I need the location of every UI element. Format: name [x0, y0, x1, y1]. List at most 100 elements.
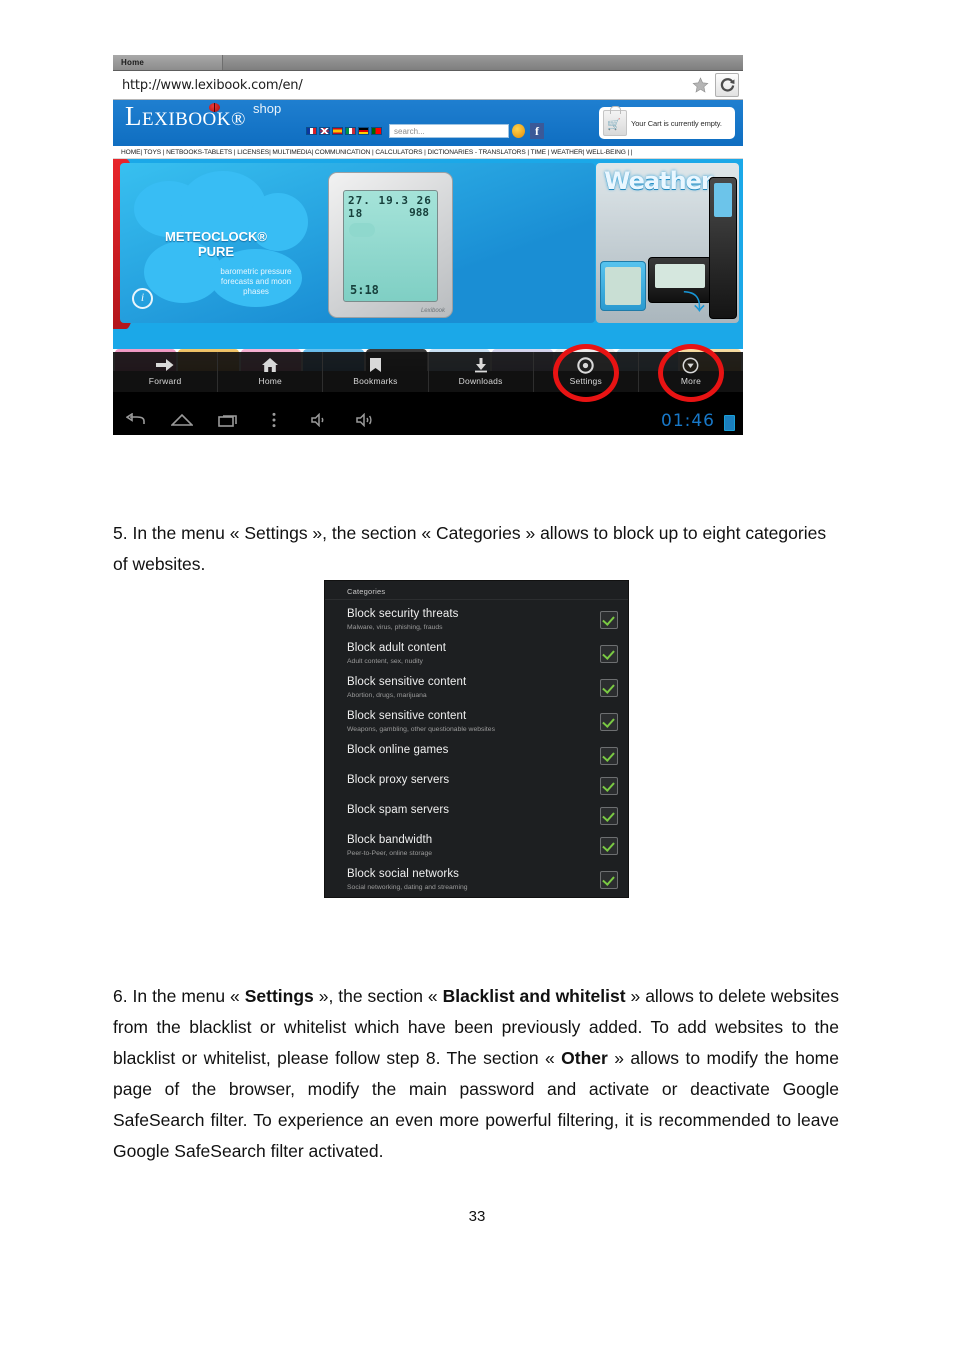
- category-row-spam-servers[interactable]: Block spam servers: [325, 799, 628, 829]
- flag-icon-german[interactable]: [358, 127, 369, 135]
- category-title: Block security threats: [347, 608, 459, 620]
- browser-tab[interactable]: Home: [113, 55, 223, 70]
- step6-bold-blacklist-whitelist: Blacklist and whitelist: [442, 985, 626, 1006]
- dock-label: Bookmarks: [353, 376, 398, 386]
- search-submit-icon[interactable]: [512, 124, 525, 138]
- logo-letter-l: L: [125, 101, 142, 131]
- category-row-online-games[interactable]: Block online games: [325, 739, 628, 769]
- more-chevron-icon: [639, 352, 743, 376]
- dock-item-home[interactable]: Home: [218, 352, 324, 392]
- dock-label: More: [680, 376, 702, 386]
- dock-item-downloads[interactable]: Downloads: [429, 352, 534, 392]
- category-row-social-networks[interactable]: Block social networks Social networking,…: [325, 863, 628, 897]
- download-icon: [429, 352, 533, 376]
- lexibook-logo[interactable]: LEXIBOOK®: [125, 103, 246, 133]
- category-checkbox[interactable]: [600, 747, 618, 765]
- hero-meteoclock-panel[interactable]: METEOCLOCK® PURE barometric pressure for…: [120, 163, 595, 323]
- dock-item-settings[interactable]: Settings: [534, 344, 639, 402]
- category-title: Block bandwidth: [347, 834, 433, 846]
- lexibook-site-header: LEXIBOOK® shop search... f Your Cart is …: [113, 100, 743, 146]
- site-navigation-bar[interactable]: HOME| TOYS | NETBOOKS-TABLETS | LICENSES…: [113, 146, 743, 159]
- dock-label: Home: [258, 376, 282, 386]
- categories-section-header: Categories: [325, 581, 628, 600]
- category-checkbox[interactable]: [600, 679, 618, 697]
- device-weather-glyph: [349, 223, 375, 237]
- flag-icon-portuguese[interactable]: [371, 127, 382, 135]
- language-flag-list: [306, 127, 382, 135]
- dock-label: Settings: [569, 376, 602, 386]
- category-checkbox[interactable]: [600, 871, 618, 889]
- category-row-sensitive-content-1[interactable]: Block sensitive content Abortion, drugs,…: [325, 671, 628, 705]
- flag-icon-italian[interactable]: [345, 127, 356, 135]
- category-title: Block spam servers: [347, 804, 450, 816]
- browser-menu-dock: Forward Home Bookmarks Downloads Setting…: [113, 344, 743, 402]
- device-reading-line3: 5:18: [350, 283, 379, 297]
- category-row-bandwidth[interactable]: Block bandwidth Peer-to-Peer, online sto…: [325, 829, 628, 863]
- menu-dots-icon[interactable]: [251, 412, 297, 433]
- logo-shop-label: shop: [253, 101, 282, 116]
- battery-icon: [724, 415, 735, 431]
- step6-bold-other: Other: [561, 1047, 608, 1068]
- product-name-text: METEOCLOCK®: [164, 229, 268, 244]
- category-title: Block sensitive content: [347, 710, 467, 722]
- volume-up-icon[interactable]: [343, 412, 389, 432]
- dock-label: Downloads: [458, 376, 503, 386]
- shopping-cart-widget[interactable]: Your Cart is currently empty.: [599, 106, 735, 139]
- category-checkbox[interactable]: [600, 837, 618, 855]
- category-title: Block adult content: [347, 642, 447, 654]
- dock-item-more[interactable]: More: [639, 344, 743, 402]
- step6-text-1: 6. In the menu «: [113, 985, 245, 1006]
- cart-bag-icon: [603, 106, 627, 136]
- category-checkbox[interactable]: [600, 611, 618, 629]
- dock-item-bookmarks[interactable]: Bookmarks: [323, 352, 429, 392]
- category-description: Adult content, sex, nudity: [347, 658, 423, 665]
- url-input[interactable]: http://www.lexibook.com/en/: [122, 78, 692, 93]
- hero-banner: METEOCLOCK® PURE barometric pressure for…: [113, 159, 743, 349]
- category-title: Block online games: [347, 744, 449, 756]
- category-description: Peer-to-Peer, online storage: [347, 850, 433, 857]
- category-title: Block sensitive content: [347, 676, 467, 688]
- device-reading-line2: 988: [409, 206, 429, 219]
- ladybug-icon: [209, 103, 220, 112]
- forward-arrow-icon: [113, 352, 217, 376]
- category-description: Weapons, gambling, other questionable we…: [347, 726, 495, 733]
- site-search-input[interactable]: search...: [389, 124, 509, 138]
- step6-bold-settings: Settings: [244, 985, 314, 1006]
- home-icon[interactable]: [159, 413, 205, 432]
- category-checkbox[interactable]: [600, 713, 618, 731]
- recents-icon[interactable]: [205, 413, 251, 432]
- bookmark-star-icon[interactable]: [692, 77, 709, 93]
- category-checkbox[interactable]: [600, 645, 618, 663]
- step6-paragraph: 6. In the menu « Settings », the section…: [113, 981, 839, 1167]
- settings-gear-icon: [534, 352, 638, 376]
- dock-item-forward[interactable]: Forward: [113, 352, 219, 392]
- category-description: Malware, virus, phishing, frauds: [347, 624, 443, 631]
- android-system-bar: 01:46: [113, 409, 743, 435]
- meteoclock-device-image: 27. 19.3 26 18 988 5:18 Lexibook: [328, 172, 453, 318]
- back-icon[interactable]: [113, 412, 159, 432]
- flag-icon-english[interactable]: [319, 127, 330, 135]
- category-row-proxy-servers[interactable]: Block proxy servers: [325, 769, 628, 799]
- weather-station-image-3: [709, 177, 737, 319]
- browser-tab-bar: Home: [113, 55, 743, 71]
- category-description: Abortion, drugs, marijuana: [347, 692, 427, 699]
- flag-icon-french[interactable]: [306, 127, 317, 135]
- category-checkbox[interactable]: [600, 807, 618, 825]
- category-title: Block proxy servers: [347, 774, 450, 786]
- reload-icon[interactable]: [715, 73, 739, 97]
- facebook-icon[interactable]: f: [530, 123, 544, 139]
- cart-status-text: Your Cart is currently empty.: [631, 118, 722, 128]
- category-row-adult-content[interactable]: Block adult content Adult content, sex, …: [325, 637, 628, 671]
- volume-down-icon[interactable]: [297, 412, 343, 432]
- device-lcd-screen: 27. 19.3 26 18 988 5:18: [343, 190, 438, 302]
- step5-paragraph: 5. In the menu « Settings », the section…: [113, 522, 827, 574]
- flag-icon-spanish[interactable]: [332, 127, 343, 135]
- logo-registered-mark: ®: [231, 109, 246, 130]
- category-checkbox[interactable]: [600, 777, 618, 795]
- hero-weather-panel[interactable]: Weather ⤵: [596, 163, 739, 323]
- category-row-sensitive-content-2[interactable]: Block sensitive content Weapons, gamblin…: [325, 705, 628, 739]
- category-row-security-threats[interactable]: Block security threats Malware, virus, p…: [325, 603, 628, 637]
- browser-url-bar: http://www.lexibook.com/en/: [113, 71, 743, 100]
- system-clock: 01:46: [661, 411, 715, 431]
- info-icon[interactable]: i: [132, 288, 153, 309]
